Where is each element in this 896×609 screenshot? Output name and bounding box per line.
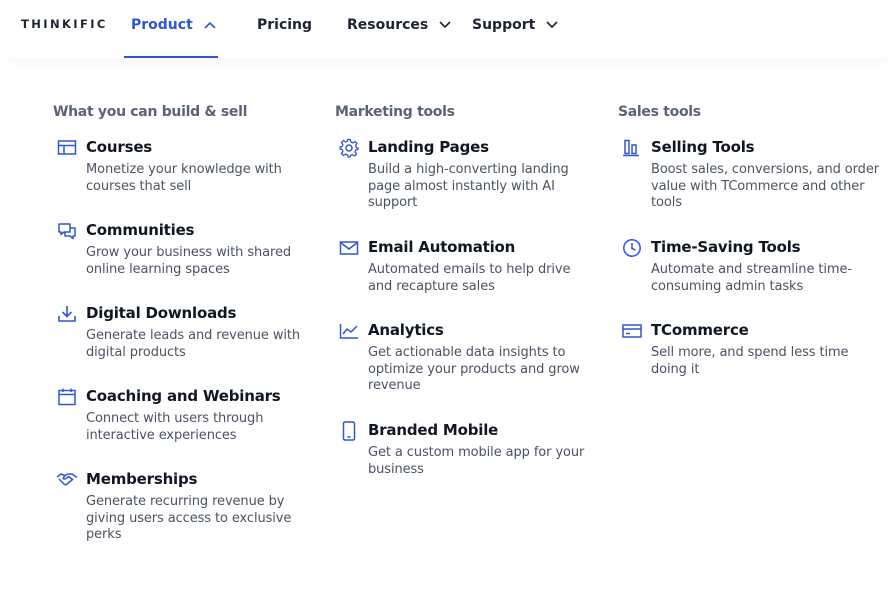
column-title: What you can build & sell [53,104,248,120]
menu-item-description: Automated emails to help drive and recap… [368,262,571,294]
menu-item-description: Generate recurring revenue by giving use… [86,494,292,543]
menu-item-description: Build a high-converting landing page alm… [368,162,569,211]
menu-item-title: Courses [86,138,153,156]
menu-item-title: Digital Downloads [86,304,237,322]
menu-item-description: Get actionable data insights to optimize… [368,345,580,394]
nav-product-label: Product [131,17,193,33]
menu-item-title: Time-Saving Tools [651,238,801,256]
thinkific-logo[interactable]: THINKIFIC [21,17,108,31]
menu-item-description: Connect with users through interactive e… [86,411,264,443]
chevron-down-icon [546,21,558,29]
clock-icon [621,237,643,259]
line-chart-icon [338,320,360,342]
credit-card-icon [621,320,643,342]
active-tab-underline [124,56,218,58]
chevron-down-icon [439,21,451,29]
gear-icon [338,137,360,159]
menu-item-description: Monetize your knowledge with courses tha… [86,162,282,194]
menu-item-description: Boost sales, conversions, and order valu… [651,162,879,211]
handshake-icon [56,469,78,491]
courses-icon [56,137,78,159]
column-sales-tools: Sales tools Selling Tools Boost sales, c… [618,104,879,377]
download-icon [56,303,78,325]
column-title: Sales tools [618,104,701,120]
top-navigation: THINKIFIC Product Pricing Resources Supp… [0,0,896,58]
menu-item-title: Branded Mobile [368,421,499,439]
nav-pricing[interactable]: Pricing [257,15,312,35]
menu-item-title: Email Automation [368,238,516,256]
column-build-sell: What you can build & sell Courses Moneti… [53,104,313,542]
menu-item-title: Coaching and Webinars [86,387,281,405]
menu-item-title: TCommerce [651,321,749,339]
menu-item-description: Grow your business with shared online le… [86,245,292,277]
nav-support[interactable]: Support [472,15,558,35]
menu-item-description: Automate and streamline time-consuming a… [651,262,852,294]
bar-chart-icon [621,137,643,159]
menu-item-description: Get a custom mobile app for your busines… [368,445,585,477]
mail-icon [338,237,360,259]
nav-support-label: Support [472,17,536,33]
mobile-icon [338,420,360,442]
column-marketing-tools: Marketing tools Landing Pages Build a hi… [335,104,595,477]
menu-item-title: Communities [86,221,195,239]
menu-item-title: Selling Tools [651,138,755,156]
chevron-up-icon [204,21,216,29]
menu-item-title: Landing Pages [368,138,489,156]
menu-item-description: Generate leads and revenue with digital … [86,328,301,360]
nav-pricing-label: Pricing [257,17,313,33]
nav-resources[interactable]: Resources [347,15,451,35]
menu-item-title: Memberships [86,470,198,488]
nav-resources-label: Resources [347,17,429,33]
column-title: Marketing tools [335,104,455,120]
menu-item-title: Analytics [368,321,444,339]
nav-product[interactable]: Product [131,15,216,35]
calendar-icon [56,386,78,408]
communities-icon [56,220,78,242]
menu-item-description: Sell more, and spend less time doing it [651,345,849,377]
